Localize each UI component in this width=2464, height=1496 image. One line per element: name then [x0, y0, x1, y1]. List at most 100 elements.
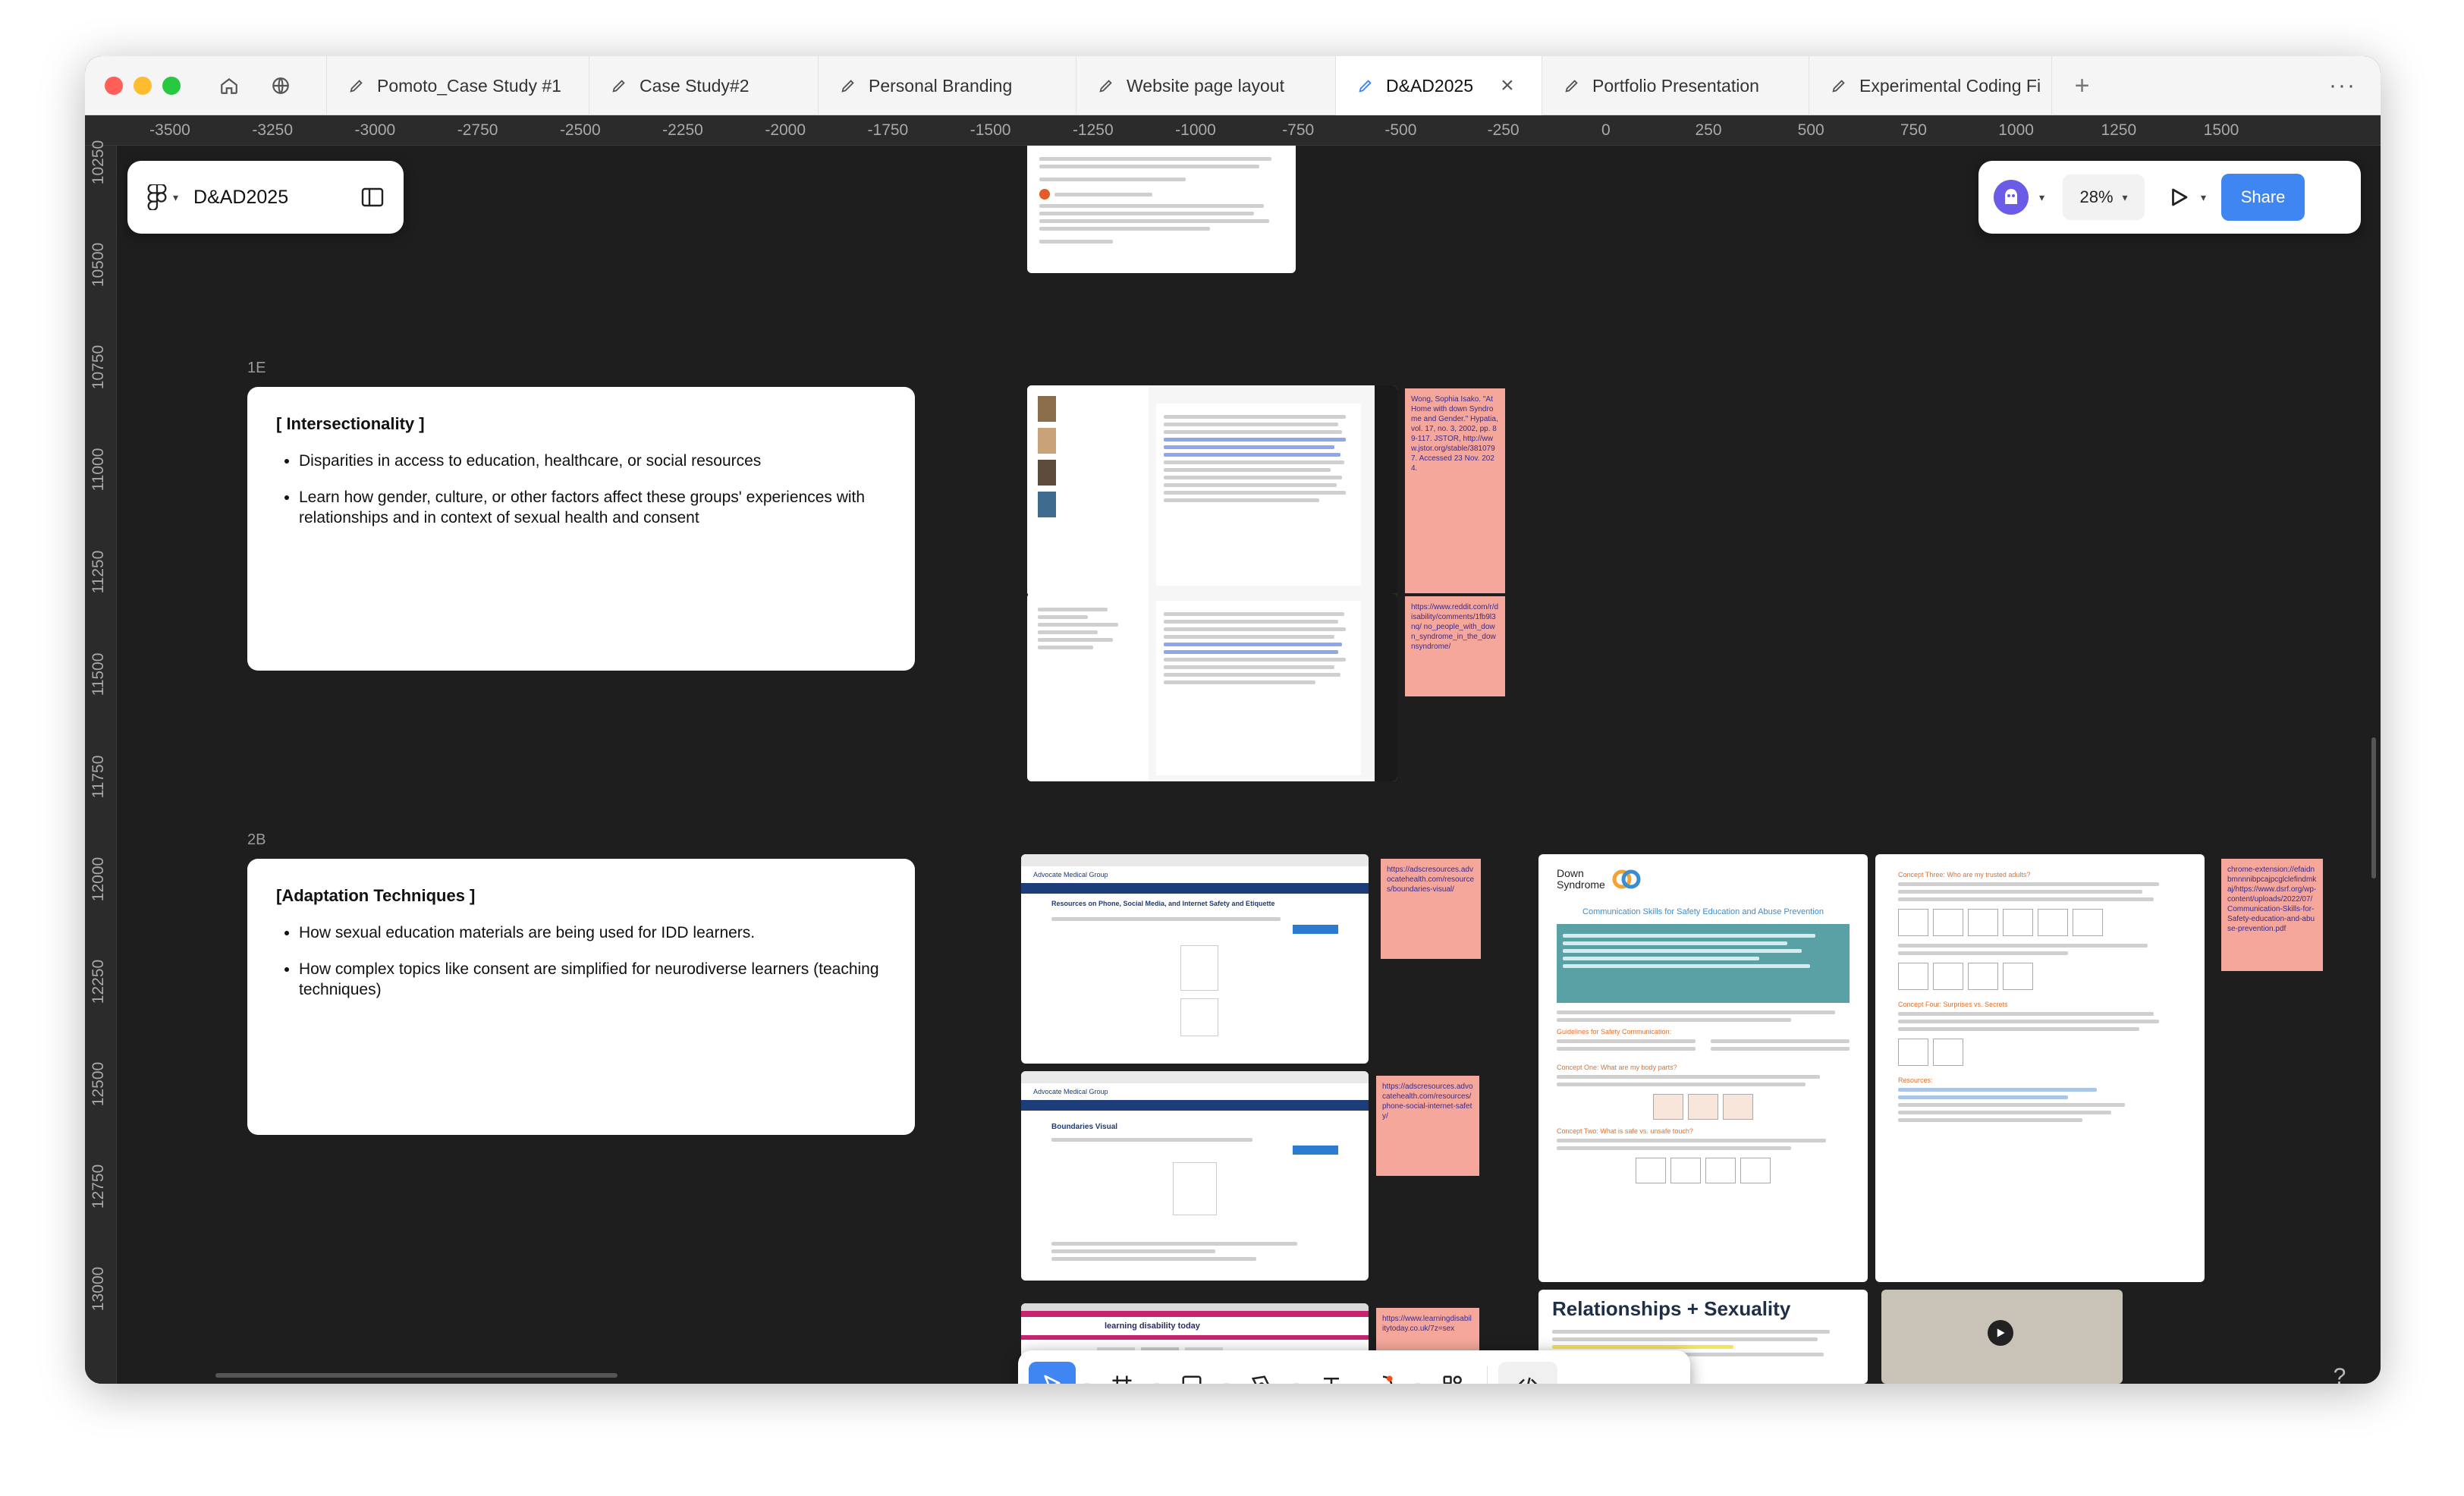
- chevron-down-icon[interactable]: ▾: [173, 191, 178, 204]
- comment-tool-button[interactable]: [1359, 1362, 1406, 1384]
- section-label: 1E: [247, 360, 266, 376]
- jstor-screenshot-2[interactable]: [1027, 593, 1397, 781]
- jstor-screenshot-1[interactable]: [1027, 385, 1397, 596]
- ruler-tick-label: 500: [1797, 121, 1824, 139]
- chevron-down-icon[interactable]: ▾: [1411, 1379, 1425, 1384]
- new-tab-button[interactable]: +: [2051, 56, 2112, 115]
- ruler-tick-label: -3250: [252, 121, 294, 139]
- avatar[interactable]: [1994, 180, 2029, 215]
- ruler-tick-label: 1000: [1998, 121, 2034, 139]
- figma-logo-icon[interactable]: [147, 184, 167, 210]
- sticky-text: https://www.reddit.com/r/disability/comm…: [1411, 603, 1499, 651]
- sticky-note-phone-safety[interactable]: https://adscresources.advocatehealth.com…: [1376, 1076, 1479, 1176]
- reddit-screenshot[interactable]: [1027, 146, 1296, 273]
- chevron-down-icon[interactable]: ▾: [2201, 191, 2206, 204]
- code-brackets-icon: [1518, 1377, 1538, 1384]
- ruler-tick-label: -1250: [1072, 121, 1114, 139]
- brand-line: Down: [1557, 867, 1584, 879]
- file-panel: ▾ D&AD2025: [127, 161, 404, 234]
- ds-logo-icon: [1612, 869, 1641, 889]
- home-icon[interactable]: [215, 72, 243, 99]
- app-window: Pomoto_Case Study #1 Case Study#2 Person…: [85, 56, 2381, 1384]
- advocate-screenshot-2[interactable]: Advocate Medical Group Boundaries Visual: [1021, 1071, 1369, 1281]
- tab-personal-branding[interactable]: Personal Branding: [818, 56, 1076, 115]
- ruler-tick-label: -1000: [1175, 121, 1216, 139]
- sticky-note-reddit[interactable]: https://www.reddit.com/r/disability/comm…: [1405, 596, 1505, 696]
- maximize-window-button[interactable]: [162, 77, 181, 95]
- dev-mode-toggle[interactable]: [1498, 1362, 1557, 1384]
- globe-icon[interactable]: [267, 72, 294, 99]
- down-syndrome-doc-page-1[interactable]: Down Syndrome Communication Skills for S…: [1538, 854, 1868, 1282]
- intersectionality-card[interactable]: [ Intersectionality ] Disparities in acc…: [247, 387, 915, 671]
- minimize-window-button[interactable]: [134, 77, 152, 95]
- chevron-down-icon[interactable]: ▾: [1220, 1379, 1234, 1384]
- text-tool-button[interactable]: [1308, 1362, 1355, 1384]
- pen-file-icon: [1099, 80, 1112, 93]
- ruler-tick-label: -2750: [457, 121, 498, 139]
- chevron-down-icon[interactable]: ▾: [1150, 1379, 1164, 1384]
- share-button[interactable]: Share: [2221, 174, 2305, 221]
- sidebar-toggle-icon[interactable]: [361, 187, 384, 207]
- pen-file-icon: [1832, 80, 1845, 93]
- sticky-note-jstor[interactable]: Wong, Sophia Isako. "At Home with down S…: [1405, 388, 1505, 593]
- card-bullet: Disparities in access to education, heal…: [299, 451, 886, 471]
- section-label: 2B: [247, 831, 266, 848]
- horizontal-scrollbar[interactable]: [215, 1373, 618, 1378]
- move-tool-button[interactable]: [1029, 1362, 1076, 1384]
- video-thumbnail[interactable]: [1881, 1290, 2123, 1384]
- tab-case-study-2[interactable]: Case Study#2: [589, 56, 818, 115]
- share-panel: ▾ 28% ▾ ▾ Share: [1978, 161, 2361, 234]
- vertical-scrollbar[interactable]: [2371, 737, 2376, 878]
- actions-tool-button[interactable]: [1429, 1362, 1476, 1384]
- page-heading: Resources on Phone, Social Media, and In…: [1051, 900, 1275, 907]
- sticky-text: https://adscresources.advocatehealth.com…: [1382, 1083, 1473, 1120]
- close-window-button[interactable]: [105, 77, 123, 95]
- sticky-text: chrome-extension://efaidnbmnnnibpcajpcgl…: [2227, 866, 2317, 933]
- ruler-tick-label: 11750: [90, 755, 107, 799]
- card-heading: [ Intersectionality ]: [276, 414, 425, 433]
- sticky-text: Wong, Sophia Isako. "At Home with down S…: [1411, 395, 1498, 473]
- tab-dad2025[interactable]: D&AD2025 ×: [1335, 56, 1542, 115]
- chevron-down-icon[interactable]: ▾: [2039, 191, 2044, 204]
- ruler-tick-label: -3000: [354, 121, 396, 139]
- down-syndrome-doc-page-2[interactable]: Concept Three: Who are my trusted adults…: [1875, 854, 2205, 1282]
- advocate-screenshot-1[interactable]: Advocate Medical Group Resources on Phon…: [1021, 854, 1369, 1064]
- zoom-dropdown[interactable]: 28% ▾: [2063, 174, 2145, 220]
- present-play-icon[interactable]: [2167, 186, 2190, 209]
- play-icon[interactable]: [1988, 1320, 2013, 1346]
- adaptation-techniques-card[interactable]: [Adaptation Techniques ] How sexual educ…: [247, 859, 915, 1135]
- file-title[interactable]: D&AD2025: [193, 187, 288, 209]
- tab-portfolio-presentation[interactable]: Portfolio Presentation: [1542, 56, 1809, 115]
- ruler-tick-label: -3500: [149, 121, 190, 139]
- help-button[interactable]: ?: [2324, 1364, 2355, 1384]
- chevron-down-icon[interactable]: ▾: [1080, 1379, 1094, 1384]
- ruler-tick-label: 10500: [90, 242, 107, 288]
- ruler-tick-label: 1500: [2203, 121, 2239, 139]
- canvas[interactable]: 1E [ Intersectionality ] Disparities in …: [117, 146, 2381, 1384]
- tab-pomoto-case-study[interactable]: Pomoto_Case Study #1: [326, 56, 589, 115]
- frame-tool-button[interactable]: [1098, 1362, 1146, 1384]
- ruler-tick-label: 12500: [90, 1061, 107, 1107]
- pen-nib-icon: [1251, 1375, 1269, 1384]
- doc-heading: Concept Three: Who are my trusted adults…: [1898, 871, 2031, 878]
- close-tab-icon[interactable]: ×: [1501, 73, 1514, 99]
- pen-tool-button[interactable]: [1238, 1362, 1285, 1384]
- more-menu-icon[interactable]: ···: [2329, 72, 2356, 99]
- ruler-tick-label: 12750: [90, 1164, 107, 1209]
- pen-file-icon: [350, 80, 363, 93]
- ruler-tick-label: 10750: [90, 344, 107, 390]
- sticky-note-dsrf[interactable]: chrome-extension://efaidnbmnnnibpcajpcgl…: [2221, 859, 2323, 971]
- doc-heading: Resources:: [1898, 1076, 1933, 1084]
- sticky-note-boundaries[interactable]: https://adscresources.advocatehealth.com…: [1381, 859, 1481, 959]
- shape-tool-button[interactable]: [1168, 1362, 1215, 1384]
- tab-experimental-coding[interactable]: Experimental Coding Fi: [1809, 56, 2051, 115]
- ruler-tick-label: 250: [1695, 121, 1722, 139]
- doc-heading: Concept One: What are my body parts?: [1557, 1064, 1677, 1071]
- text-t-icon: [1324, 1378, 1339, 1384]
- tab-website-page-layout[interactable]: Website page layout: [1076, 56, 1335, 115]
- doc-heading: Guidelines for Safety Communication:: [1557, 1028, 1672, 1036]
- pen-file-icon: [1359, 80, 1372, 93]
- ruler-tick-label: -2500: [559, 121, 601, 139]
- ruler-tick-label: 11250: [90, 550, 107, 594]
- chevron-down-icon[interactable]: ▾: [1290, 1379, 1303, 1384]
